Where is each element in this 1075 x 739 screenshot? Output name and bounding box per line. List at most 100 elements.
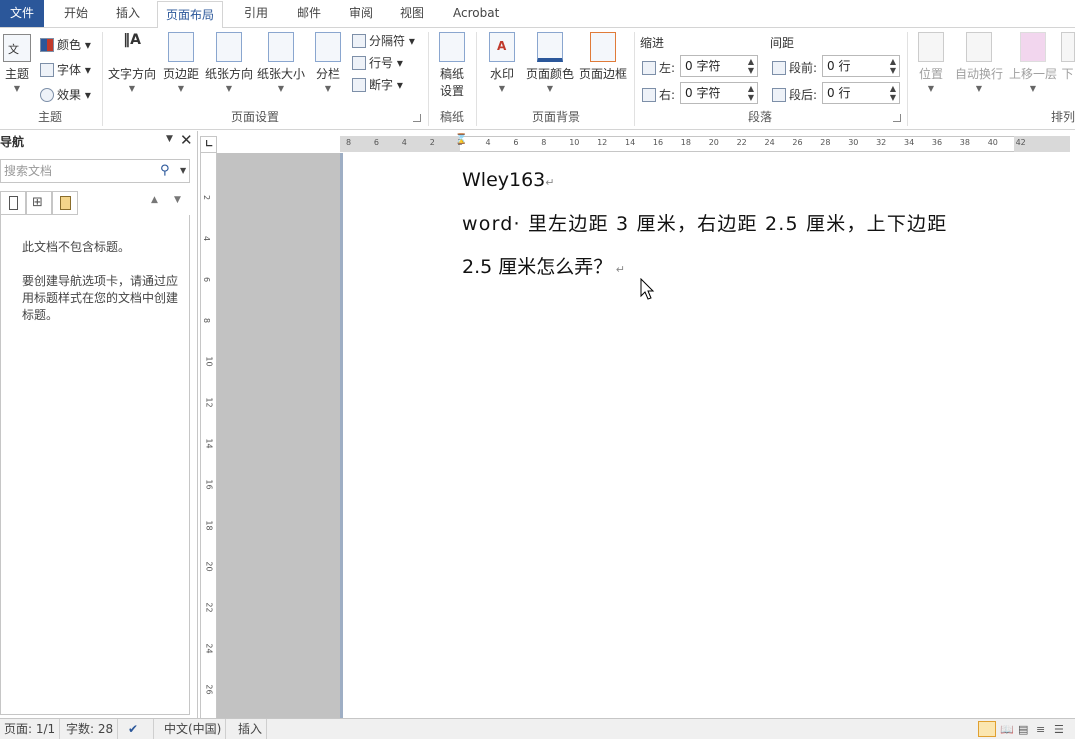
word-count[interactable]: 字数: 28 <box>62 719 119 739</box>
tab-home[interactable]: 开始 <box>56 0 96 27</box>
chevron-down-icon: ▼ <box>498 84 506 93</box>
send-backward-button[interactable]: 下 <box>1060 32 1075 82</box>
page-count[interactable]: 页面: 1/1 <box>0 719 61 739</box>
bring-forward-icon <box>1020 32 1046 62</box>
indent-left-input[interactable]: 0 字符 ▲ ▼ <box>680 55 758 77</box>
ruler-tick-label: 24 <box>764 138 775 147</box>
paragraph-mark-icon: ↵ <box>612 263 625 276</box>
paragraph-dialog-launcher[interactable] <box>893 114 901 122</box>
ruler-tick-label: 4 <box>202 235 212 242</box>
results-view-tab[interactable] <box>52 191 78 215</box>
spin-arrows-icon[interactable]: ▲ ▼ <box>748 84 754 102</box>
headings-view-tab[interactable] <box>0 191 26 215</box>
tab-acrobat[interactable]: Acrobat <box>445 0 507 27</box>
tab-view[interactable]: 视图 <box>392 0 432 27</box>
pane-menu-icon[interactable]: ▼ <box>166 134 173 144</box>
spacing-after-label: 段后: <box>772 86 817 103</box>
page-color-button[interactable]: 页面颜色 ▼ <box>525 32 575 93</box>
chevron-down-icon: ▼ <box>177 84 185 93</box>
chevron-down-icon: ▼ <box>128 84 136 93</box>
theme-fonts-button[interactable]: 字体 ▾ <box>40 61 91 78</box>
manuscript-setup-button[interactable]: 稿纸 设置 <box>433 32 471 99</box>
page-borders-label: 页面边框 <box>578 67 627 81</box>
ruler-tick-label: 6 <box>513 138 519 147</box>
line-numbers-button[interactable]: 行号 ▾ <box>352 54 403 71</box>
page-color-icon <box>537 32 563 62</box>
watermark-button[interactable]: A 水印 ▼ <box>484 32 520 93</box>
theme-colors-button[interactable]: 颜色 ▾ <box>40 36 91 53</box>
page-size-icon <box>268 32 294 62</box>
page-color-label: 页面颜色 <box>525 67 574 81</box>
tab-page-layout[interactable]: 页面布局 <box>157 1 224 29</box>
outline-view-icon[interactable]: ≡ <box>1036 723 1045 736</box>
full-screen-reading-icon[interactable]: 📖 <box>1000 723 1014 736</box>
group-separator <box>476 32 477 126</box>
margins-button[interactable]: 页边距 ▼ <box>161 32 201 93</box>
ribbon-tab-bar: 文件 开始 插入 页面布局 引用 邮件 审阅 视图 Acrobat <box>0 0 1075 29</box>
ruler-tick-label: 16 <box>204 479 214 490</box>
language-indicator[interactable]: 中文(中国) <box>160 719 227 739</box>
page-setup-dialog-launcher[interactable] <box>413 114 421 122</box>
pages-view-tab[interactable]: ⊞ <box>26 191 52 215</box>
wrap-text-button[interactable]: 自动换行 ▼ <box>954 32 1004 93</box>
spacing-after-value: 0 行 <box>827 86 851 100</box>
breaks-button[interactable]: 分隔符 ▾ <box>352 32 415 49</box>
tab-file[interactable]: 文件 <box>0 0 44 27</box>
proofing-icon[interactable]: ✔ <box>124 719 154 739</box>
ruler-tick-label: 6 <box>202 276 212 283</box>
draft-view-icon[interactable]: ☰ <box>1054 723 1064 736</box>
spacing-before-label: 段前: <box>772 59 817 76</box>
orientation-icon <box>216 32 242 62</box>
columns-button[interactable]: 分栏 ▼ <box>312 32 344 93</box>
themes-button[interactable]: 文 主题 ▼ <box>2 34 32 93</box>
spacing-heading: 间距 <box>770 36 795 50</box>
next-arrow-icon[interactable]: ▼ <box>174 195 181 205</box>
ruler-tick-label: 20 <box>204 561 214 572</box>
chevron-down-icon: ▼ <box>225 84 233 93</box>
create-headings-hint: 要创建导航选项卡，请通过应用标题样式在您的文档中创建标题。 <box>22 274 179 322</box>
spacing-after-input[interactable]: 0 行 ▲ ▼ <box>822 82 900 104</box>
text-direction-button[interactable]: ‖A 文字方向 ▼ <box>107 32 157 93</box>
page-size-button[interactable]: 纸张大小 ▼ <box>256 32 306 93</box>
web-layout-icon[interactable]: ▤ <box>1018 723 1028 736</box>
indent-right-input[interactable]: 0 字符 ▲ ▼ <box>680 82 758 104</box>
margins-icon <box>168 32 194 62</box>
ruler-tick-label: 32 <box>876 138 887 147</box>
tab-selector[interactable]: ∟ <box>200 136 217 153</box>
chevron-down-icon[interactable]: ▼ <box>180 166 186 175</box>
tab-review[interactable]: 审阅 <box>341 0 381 27</box>
ruler-tick-label: 10 <box>204 356 214 367</box>
document-line-2[interactable]: word· 里左边距 3 厘米，右边距 2.5 厘米，上下边距 <box>462 209 947 236</box>
position-button[interactable]: 位置 ▼ <box>914 32 948 93</box>
tab-references[interactable]: 引用 <box>236 0 276 27</box>
bring-forward-button[interactable]: 上移一层 ▼ <box>1008 32 1058 93</box>
insert-mode-indicator[interactable]: 插入 <box>234 719 268 739</box>
document-line-3[interactable]: 2.5 厘米怎么弄？ ↵ <box>462 252 625 279</box>
close-icon[interactable]: ✕ <box>180 131 193 149</box>
ruler-tick-label: 14 <box>204 438 214 449</box>
document-page[interactable]: Wley163↵ word· 里左边距 3 厘米，右边距 2.5 厘米，上下边距… <box>340 153 1075 718</box>
previous-arrow-icon[interactable]: ▲ <box>151 195 158 205</box>
search-icon[interactable]: ⚲ <box>160 163 170 178</box>
manuscript-icon <box>439 32 465 62</box>
indent-right-label: 右: <box>642 86 675 103</box>
page-borders-button[interactable]: 页面边框 <box>578 32 628 82</box>
hyphenation-button[interactable]: 断字 ▾ <box>352 76 403 93</box>
ruler-tick-label: 4 <box>485 138 491 147</box>
print-layout-view-icon[interactable] <box>978 721 996 737</box>
tab-insert[interactable]: 插入 <box>108 0 148 27</box>
spin-arrows-icon[interactable]: ▲ ▼ <box>748 57 754 75</box>
ruler-tick-label: 26 <box>792 138 803 147</box>
document-line-1[interactable]: Wley163↵ <box>462 169 554 191</box>
chevron-down-icon: ▼ <box>277 84 285 93</box>
tab-mailings[interactable]: 邮件 <box>289 0 329 27</box>
spin-arrows-icon[interactable]: ▲ ▼ <box>890 84 896 102</box>
theme-effects-button[interactable]: 效果 ▾ <box>40 86 91 103</box>
group-label-themes: 主题 <box>37 110 62 124</box>
breaks-icon <box>352 34 366 48</box>
left-tab-icon: ∟ <box>205 139 214 150</box>
indent-marker-icon[interactable]: ⌛ <box>455 135 467 145</box>
orientation-button[interactable]: 纸张方向 ▼ <box>204 32 254 93</box>
spin-arrows-icon[interactable]: ▲ ▼ <box>890 57 896 75</box>
spacing-before-input[interactable]: 0 行 ▲ ▼ <box>822 55 900 77</box>
